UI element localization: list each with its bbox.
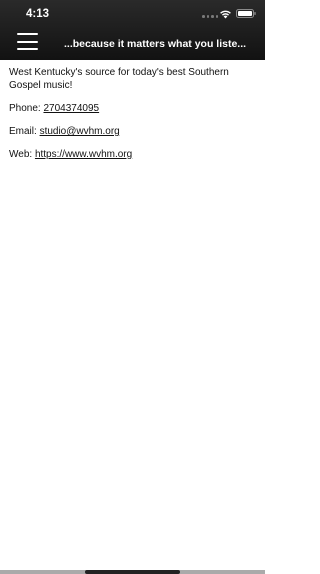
web-link[interactable]: https://www.wvhm.org bbox=[35, 149, 132, 160]
nav-tagline: ...because it matters what you liste... bbox=[64, 38, 247, 50]
battery-icon bbox=[236, 9, 256, 18]
web-label: Web: bbox=[9, 149, 35, 160]
email-line: Email: studio@wvhm.org bbox=[9, 125, 259, 138]
status-bar: 4:13 bbox=[0, 0, 265, 28]
station-info: West Kentucky's source for today's best … bbox=[9, 66, 259, 171]
phone-link[interactable]: 2704374095 bbox=[43, 103, 99, 114]
signal-dots-icon bbox=[202, 15, 218, 18]
status-time: 4:13 bbox=[26, 8, 50, 20]
hamburger-menu-icon[interactable] bbox=[17, 33, 38, 50]
email-link[interactable]: studio@wvhm.org bbox=[40, 126, 120, 137]
home-indicator-area bbox=[0, 570, 265, 574]
phone-label: Phone: bbox=[9, 103, 44, 114]
top-bar: 4:13 ...because it matters what you list… bbox=[0, 0, 265, 60]
web-line: Web: https://www.wvhm.org bbox=[9, 148, 259, 161]
email-label: Email: bbox=[9, 126, 40, 137]
home-indicator[interactable] bbox=[85, 570, 180, 574]
phone-line: Phone: 2704374095 bbox=[9, 102, 259, 115]
station-description: West Kentucky's source for today's best … bbox=[9, 67, 229, 91]
wifi-icon bbox=[220, 10, 231, 19]
nav-bar: ...because it matters what you liste... bbox=[0, 28, 265, 60]
